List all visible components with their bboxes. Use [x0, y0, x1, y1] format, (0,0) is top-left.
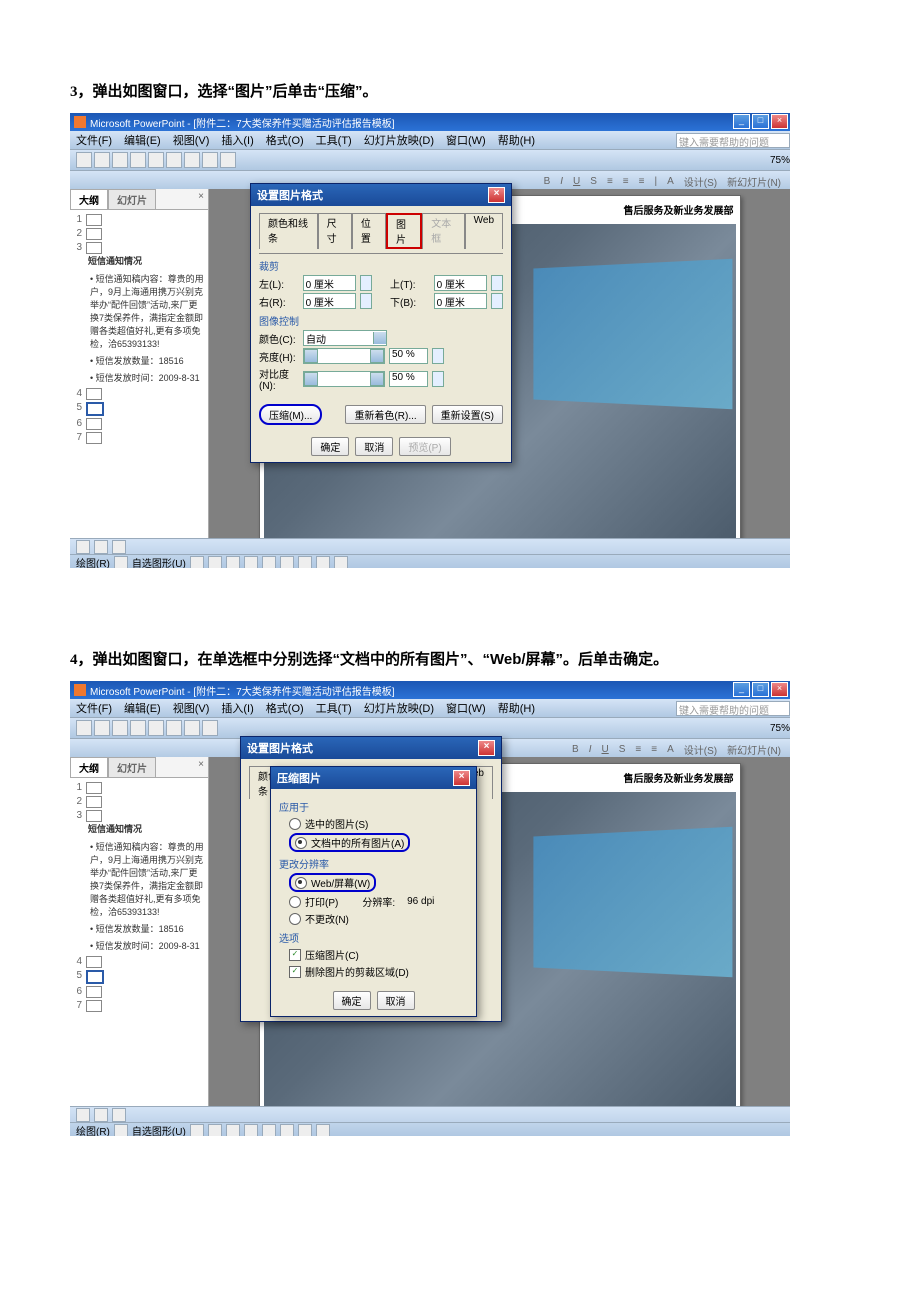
app-title: Microsoft PowerPoint - [附件二：7大类保养件买赠活动评估… [90, 115, 394, 130]
recolor-button[interactable]: 重新着色(R)... [345, 405, 425, 424]
format-picture-dialog: 设置图片格式 × 颜色和线条 尺寸 位置 图片 文本框 Web 裁剪 左(L):… [250, 183, 512, 463]
step4-heading: 4，弹出如图窗口，在单选框中分别选择“文档中的所有图片”、“Web/屏幕”。后单… [70, 648, 850, 669]
design-button[interactable]: 设计(S) [681, 173, 720, 190]
menu-file[interactable]: 文件(F) [76, 132, 112, 148]
slide-thumb-2[interactable]: 2 [74, 228, 204, 240]
autoshapes-menu[interactable]: 自选图形(U) [132, 555, 186, 568]
crop-bottom-input[interactable]: 0 厘米 [434, 293, 488, 309]
screenshot-1: Microsoft PowerPoint - [附件二：7大类保养件买赠活动评估… [70, 113, 790, 568]
minimize-button[interactable]: _ [733, 114, 750, 129]
opt-web-screen[interactable]: Web/屏幕(W) [289, 873, 376, 892]
image-control-label: 图像控制 [259, 313, 503, 328]
change-resolution-label: 更改分辨率 [279, 856, 468, 871]
title-bar: Microsoft PowerPoint - [附件二：7大类保养件买赠活动评估… [70, 113, 790, 131]
dialog2-close-button[interactable]: × [453, 770, 470, 786]
help-search-input[interactable]: 键入需要帮助的问题 [676, 133, 790, 148]
cancel-button[interactable]: 取消 [355, 437, 393, 456]
open-icon[interactable] [94, 152, 110, 168]
redo-icon[interactable] [220, 152, 236, 168]
menu-help[interactable]: 帮助(H) [498, 132, 535, 148]
tab-colorline[interactable]: 颜色和线条 [259, 213, 318, 249]
contrast-slider[interactable] [303, 371, 385, 387]
crop-left-input[interactable]: 0 厘米 [303, 275, 357, 291]
options-label: 选项 [279, 930, 468, 945]
menu-view[interactable]: 视图(V) [173, 132, 210, 148]
pane-close-icon[interactable]: × [194, 189, 208, 209]
opt-all-pictures[interactable]: 文档中的所有图片(A) [289, 833, 410, 852]
save-icon[interactable] [112, 152, 128, 168]
tab-picture[interactable]: 图片 [386, 213, 422, 249]
dialog2-cancel-button[interactable]: 取消 [377, 991, 415, 1010]
menu-slideshow[interactable]: 幻灯片放映(D) [364, 132, 434, 148]
maximize-button[interactable]: □ [752, 114, 769, 129]
ok-button[interactable]: 确定 [311, 437, 349, 456]
menu-window[interactable]: 窗口(W) [446, 132, 486, 148]
undo-icon[interactable] [202, 152, 218, 168]
tab-textbox: 文本框 [422, 213, 464, 249]
menu-insert[interactable]: 插入(I) [221, 132, 253, 148]
slide-thumb-4[interactable]: 4 [74, 388, 204, 400]
dialog-close-button[interactable]: × [488, 187, 505, 203]
screenshot-2: Microsoft PowerPoint - [附件二：7大类保养件买赠活动评估… [70, 681, 790, 1136]
reset-button[interactable]: 重新设置(S) [432, 405, 503, 424]
cut-icon[interactable] [148, 152, 164, 168]
chk-delete-crop[interactable]: 删除图片的剪裁区域(D) [289, 964, 468, 979]
print-icon[interactable] [130, 152, 146, 168]
preview-button: 预览(P) [399, 437, 450, 456]
slide-thumb-7[interactable]: 7 [74, 432, 204, 444]
crop-group-label: 裁剪 [259, 258, 503, 273]
slide-thumb-1[interactable]: 1 [74, 214, 204, 226]
zoom-value[interactable]: 75% [770, 155, 790, 166]
tab-web[interactable]: Web [465, 213, 503, 249]
opt-selected-pictures[interactable]: 选中的图片(S) [289, 816, 468, 831]
tab-size[interactable]: 尺寸 [318, 213, 352, 249]
menu-bar: 文件(F) 编辑(E) 视图(V) 插入(I) 格式(O) 工具(T) 幻灯片放… [70, 131, 790, 150]
opt-print[interactable]: 打印(P)分辨率:96 dpi [289, 894, 468, 909]
step3-heading: 3，弹出如图窗口，选择“图片”后单击“压缩”。 [70, 80, 850, 101]
menu-tools[interactable]: 工具(T) [316, 132, 352, 148]
slide-dept-title: 售后服务及新业务发展部 [624, 202, 734, 217]
outline-tab[interactable]: 大纲 [70, 189, 108, 209]
slide-thumb-5[interactable]: 5 [74, 402, 204, 416]
new-icon[interactable] [76, 152, 92, 168]
crop-top-input[interactable]: 0 厘米 [434, 275, 488, 291]
compress-pictures-dialog: 压缩图片× 应用于 选中的图片(S) 文档中的所有图片(A) 更改分辨率 Web… [270, 766, 477, 1017]
menu-format[interactable]: 格式(O) [266, 132, 304, 148]
compress-button[interactable]: 压缩(M)... [259, 404, 322, 425]
close-button[interactable]: × [771, 114, 788, 129]
brightness-slider[interactable] [303, 348, 385, 364]
tab-position[interactable]: 位置 [352, 213, 386, 249]
chk-compress[interactable]: 压缩图片(C) [289, 947, 468, 962]
slide-thumb-3[interactable]: 3 [74, 242, 204, 254]
opt-no-change[interactable]: 不更改(N) [289, 911, 468, 926]
color-combo[interactable]: 自动 [303, 330, 387, 346]
standard-toolbar: 75% [70, 150, 790, 171]
crop-right-input[interactable]: 0 厘米 [303, 293, 357, 309]
dialog-title-bar: 设置图片格式 × [251, 184, 511, 206]
slide-thumb-6[interactable]: 6 [74, 418, 204, 430]
dialog2-ok-button[interactable]: 确定 [333, 991, 371, 1010]
outline-pane: 大纲 幻灯片 × 1 2 3 短信通知情况 • 短信通知稿内容：尊贵的用户，9月… [70, 189, 209, 538]
slides-tab[interactable]: 幻灯片 [108, 189, 156, 209]
paste-icon[interactable] [184, 152, 200, 168]
newslide-button[interactable]: 新幻灯片(N) [724, 173, 784, 190]
apply-to-label: 应用于 [279, 799, 468, 814]
menu-edit[interactable]: 编辑(E) [124, 132, 161, 148]
draw-menu[interactable]: 绘图(R) [76, 555, 110, 568]
powerpoint-icon [74, 116, 86, 128]
copy-icon[interactable] [166, 152, 182, 168]
